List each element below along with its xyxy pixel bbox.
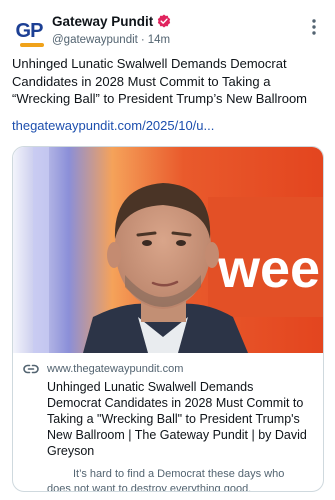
avatar-logo: GP <box>15 19 44 47</box>
avatar-logo-text: GP <box>15 19 44 42</box>
post-link[interactable]: thegatewaypundit.com/2025/10/u... <box>12 118 214 133</box>
preview-image[interactable]: weel <box>13 147 323 353</box>
link-icon <box>23 364 39 374</box>
post-header: Gateway Pundit @gatewaypundit · 14m <box>52 12 292 48</box>
verified-badge-icon <box>158 14 171 28</box>
meta-separator: · <box>140 34 145 46</box>
backdrop-logo-text: weel <box>217 239 323 299</box>
post-text: Unhinged Lunatic Swalwell Demands Democr… <box>12 56 308 106</box>
card-meta: www.thegatewaypundit.com Unhinged Lunati… <box>13 353 323 492</box>
avatar[interactable]: GP <box>12 14 46 48</box>
handle[interactable]: @gatewaypundit <box>52 34 138 46</box>
more-vertical-icon <box>312 19 316 35</box>
post-card[interactable]: GP Gateway Pundit @gatewaypundit · 14m U… <box>0 0 335 500</box>
post-time[interactable]: 14m <box>148 34 170 46</box>
card-domain[interactable]: www.thegatewaypundit.com <box>47 363 183 375</box>
card-description: It’s hard to find a Democrat these days … <box>47 468 285 492</box>
card-title[interactable]: Unhinged Lunatic Swalwell Demands Democr… <box>47 379 309 459</box>
link-preview-card[interactable]: weel www.thegatewaypundit.com <box>12 146 324 492</box>
domain-row: www.thegatewaypundit.com <box>23 361 313 377</box>
avatar-swoosh <box>19 42 44 47</box>
handle-row: @gatewaypundit · 14m <box>52 32 292 48</box>
name-row: Gateway Pundit <box>52 12 292 30</box>
more-options-button[interactable] <box>305 18 323 36</box>
display-name[interactable]: Gateway Pundit <box>52 14 153 29</box>
